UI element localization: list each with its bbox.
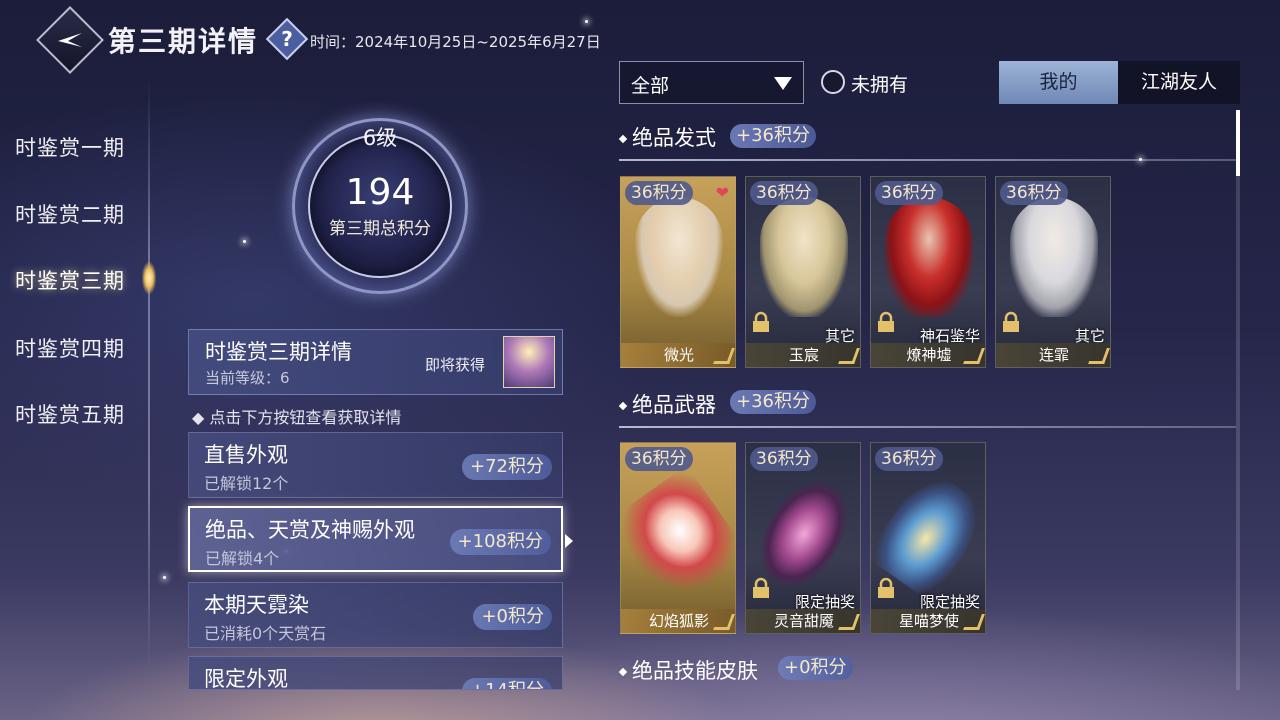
category-title: 绝品、天赏及神赐外观 bbox=[205, 518, 415, 542]
section-title: 绝品武器 bbox=[618, 389, 716, 419]
section-points: +36积分 bbox=[730, 124, 816, 148]
category-sub: 已解锁12个 bbox=[204, 474, 289, 493]
item-points: 36积分 bbox=[625, 447, 693, 471]
question-icon: ? bbox=[281, 27, 293, 51]
item-card[interactable]: 36积分 其它 玉宸 bbox=[745, 176, 861, 368]
back-arrow-icon bbox=[58, 33, 82, 47]
lock-icon bbox=[878, 311, 894, 332]
reward-thumbnail[interactable] bbox=[503, 336, 555, 388]
unowned-label[interactable]: 未拥有 bbox=[851, 70, 908, 97]
category-dye[interactable]: 本期天霓染 已消耗0个天赏石 +0积分 bbox=[188, 582, 563, 648]
category-points: +72积分 bbox=[462, 454, 552, 480]
category-sub: 已解锁4个 bbox=[205, 549, 280, 568]
section-divider bbox=[619, 426, 1236, 428]
item-card[interactable]: 36积分 限定抽奖 灵音甜魇 bbox=[745, 442, 861, 634]
category-points: +0积分 bbox=[473, 604, 552, 630]
star-decoration bbox=[585, 20, 588, 23]
hint-text: ◆ 点击下方按钮查看获取详情 bbox=[192, 408, 402, 427]
nav-divider bbox=[148, 78, 150, 668]
item-points: 36积分 bbox=[875, 181, 943, 205]
category-title: 直售外观 bbox=[204, 443, 288, 467]
item-image bbox=[635, 197, 723, 317]
lock-icon bbox=[753, 311, 769, 332]
item-points: 36积分 bbox=[1000, 181, 1068, 205]
nav-item-period-5[interactable]: 时鉴赏五期 bbox=[15, 399, 125, 429]
item-card[interactable]: 36积分 ❤ 微光 bbox=[620, 176, 736, 368]
category-title: 限定外观 bbox=[204, 667, 288, 690]
period-text: 时间：2024年10月25日~2025年6月27日 bbox=[310, 33, 601, 51]
scrollbar-thumb[interactable] bbox=[1236, 110, 1240, 176]
score-total: 194 bbox=[345, 172, 415, 213]
item-card[interactable]: 36积分 幻焰狐影 bbox=[620, 442, 736, 634]
tab-friends[interactable]: 江湖友人 bbox=[1118, 61, 1240, 104]
tab-mine[interactable]: 我的 bbox=[999, 61, 1118, 104]
nav-item-period-1[interactable]: 时鉴赏一期 bbox=[15, 132, 125, 162]
back-button[interactable] bbox=[36, 6, 104, 74]
category-title: 本期天霓染 bbox=[204, 593, 309, 617]
item-card[interactable]: 36积分 限定抽奖 星喵梦使 bbox=[870, 442, 986, 634]
period-detail-card[interactable]: 时鉴赏三期详情 当前等级：6 即将获得 bbox=[188, 329, 563, 395]
category-premium-appearance[interactable]: 绝品、天赏及神赐外观 已解锁4个 +108积分 bbox=[188, 506, 563, 572]
filter-value: 全部 bbox=[631, 75, 670, 97]
score-label: 第三期总积分 bbox=[329, 219, 431, 239]
detail-coming-soon: 即将获得 bbox=[425, 356, 486, 374]
section-points: +0积分 bbox=[778, 656, 853, 680]
page-title: 第三期详情 bbox=[108, 25, 259, 58]
section-divider bbox=[619, 159, 1236, 161]
item-card[interactable]: 36积分 其它 连霏 bbox=[995, 176, 1111, 368]
category-limited-appearance[interactable]: 限定外观 +14积分 bbox=[188, 656, 563, 690]
star-decoration bbox=[243, 240, 246, 243]
item-card[interactable]: 36积分 神石鉴华 燎神墟 bbox=[870, 176, 986, 368]
lock-icon bbox=[753, 577, 769, 598]
item-image bbox=[760, 197, 848, 317]
heart-icon[interactable]: ❤ bbox=[716, 183, 729, 202]
item-points: 36积分 bbox=[750, 181, 818, 205]
detail-title: 时鉴赏三期详情 bbox=[205, 340, 352, 364]
nav-item-period-4[interactable]: 时鉴赏四期 bbox=[15, 333, 125, 363]
detail-current-level: 当前等级：6 bbox=[205, 369, 290, 387]
score-level: 6级 bbox=[362, 126, 398, 150]
category-direct-sale[interactable]: 直售外观 已解锁12个 +72积分 bbox=[188, 432, 563, 498]
category-sub: 已消耗0个天赏石 bbox=[204, 624, 327, 643]
star-decoration bbox=[163, 576, 166, 579]
section-title: 绝品发式 bbox=[618, 122, 716, 152]
selected-arrow-icon bbox=[565, 534, 573, 548]
help-button[interactable]: ? bbox=[265, 17, 309, 61]
item-image bbox=[621, 465, 735, 611]
triangle-down-icon bbox=[774, 77, 792, 90]
scrollbar-track[interactable] bbox=[1236, 110, 1240, 690]
category-points: +14积分 bbox=[462, 678, 552, 689]
item-image bbox=[1010, 197, 1098, 317]
nav-active-marker bbox=[142, 262, 156, 294]
item-image bbox=[885, 197, 973, 317]
score-ring: 6级 194 第三期总积分 bbox=[272, 110, 488, 300]
item-points: 36积分 bbox=[750, 447, 818, 471]
section-title: 绝品技能皮肤 bbox=[618, 655, 758, 685]
unowned-radio[interactable] bbox=[821, 70, 845, 94]
lock-icon bbox=[1003, 311, 1019, 332]
lock-icon bbox=[878, 577, 894, 598]
filter-dropdown[interactable]: 全部 bbox=[619, 61, 804, 104]
item-points: 36积分 bbox=[625, 181, 693, 205]
item-points: 36积分 bbox=[875, 447, 943, 471]
section-points: +36积分 bbox=[730, 390, 816, 414]
nav-item-period-3[interactable]: 时鉴赏三期 bbox=[15, 265, 125, 295]
nav-item-period-2[interactable]: 时鉴赏二期 bbox=[15, 199, 125, 229]
category-points: +108积分 bbox=[449, 529, 551, 555]
